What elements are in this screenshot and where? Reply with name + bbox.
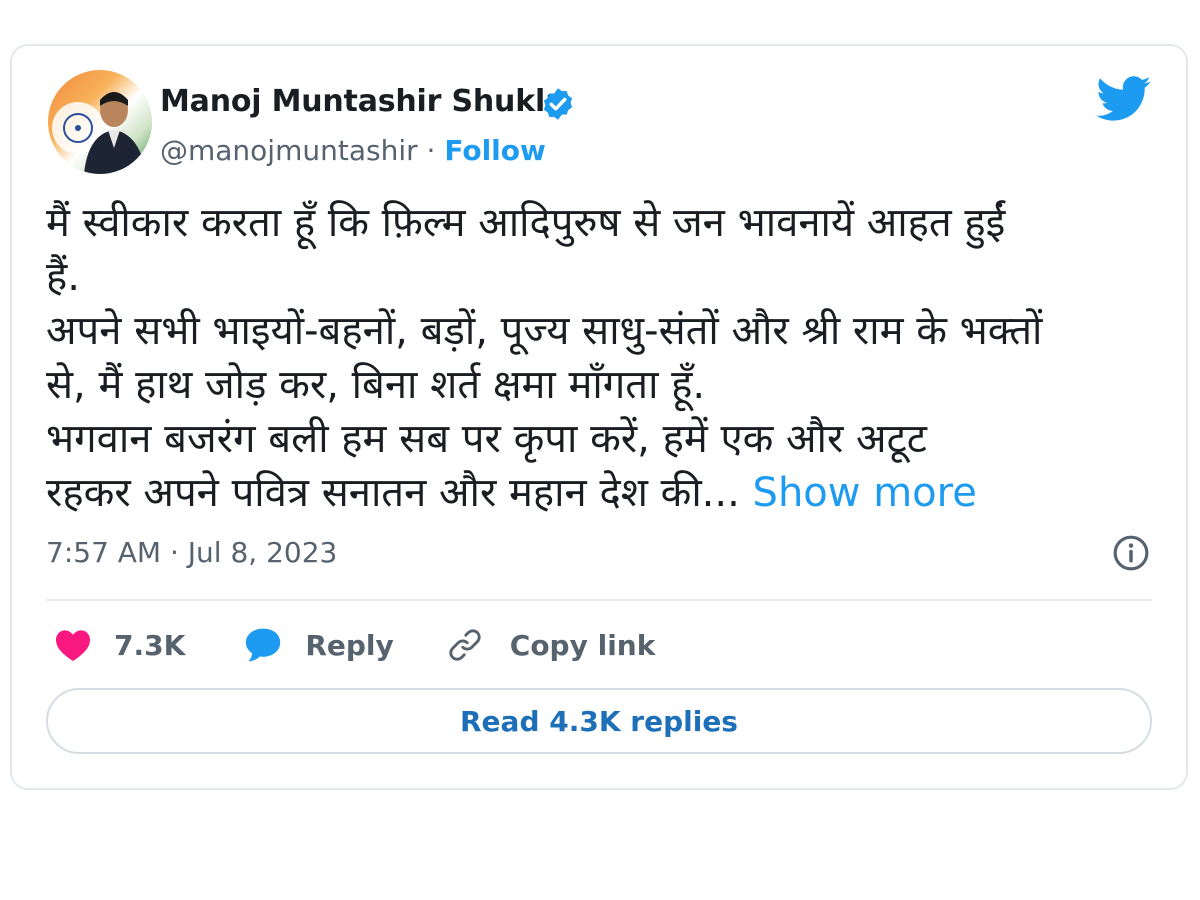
author-handle[interactable]: @manojmuntashir (160, 134, 418, 167)
avatar-image (52, 92, 146, 174)
tweet-text: मैं स्वीकार करता हूँ कि फ़िल्म आदिपुरुष … (46, 196, 1166, 520)
reply-button[interactable]: Reply (243, 627, 394, 663)
follow-link[interactable]: Follow (444, 134, 546, 167)
read-replies-label: Read 4.3K replies (460, 704, 738, 738)
tweet-line-last: रहकर अपने पवित्र सनातन और महान देश की...… (46, 466, 1166, 520)
twitter-bird-icon[interactable] (1096, 76, 1152, 122)
tweet-timestamp[interactable]: 7:57 AM · Jul 8, 2023 (46, 536, 337, 569)
verified-badge-icon (543, 88, 573, 120)
tweet-card: Manoj Muntashir Shukla @manojmuntashir ·… (10, 44, 1188, 790)
handle-row: @manojmuntashir · Follow (160, 134, 546, 167)
tweet-line: रहकर अपने पवित्र सनातन और महान देश की... (46, 470, 740, 516)
handle-separator: · (426, 134, 436, 167)
tweet-line: अपने सभी भाइयों-बहनों, बड़ों, पूज्य साधु… (46, 308, 1043, 354)
tweet-line: मैं स्वीकार करता हूँ कि फ़िल्म आदिपुरुष … (46, 200, 1006, 246)
read-replies-button[interactable]: Read 4.3K replies (46, 688, 1152, 754)
tweet-line: भगवान बजरंग बली हम सब पर कृपा करें, हमें… (46, 416, 927, 462)
divider (46, 599, 1152, 601)
reply-bubble-icon (246, 628, 281, 662)
copy-link-label: Copy link (509, 628, 656, 662)
reply-label: Reply (305, 628, 394, 662)
tweet-line: हैं. (46, 254, 80, 300)
info-icon[interactable] (1112, 534, 1150, 572)
copy-link-button[interactable]: Copy link (446, 626, 656, 664)
action-bar: 7.3K Reply Copy link (46, 622, 655, 668)
heart-icon (56, 630, 90, 661)
like-button[interactable]: 7.3K (54, 628, 185, 662)
tweet-line: से, मैं हाथ जोड़ कर, बिना शर्त क्षमा माँ… (46, 362, 706, 408)
link-icon (449, 629, 481, 661)
author-name[interactable]: Manoj Muntashir Shukla (160, 84, 565, 119)
avatar[interactable] (48, 70, 152, 174)
like-count: 7.3K (114, 628, 186, 662)
show-more-link[interactable]: Show more (753, 470, 977, 516)
